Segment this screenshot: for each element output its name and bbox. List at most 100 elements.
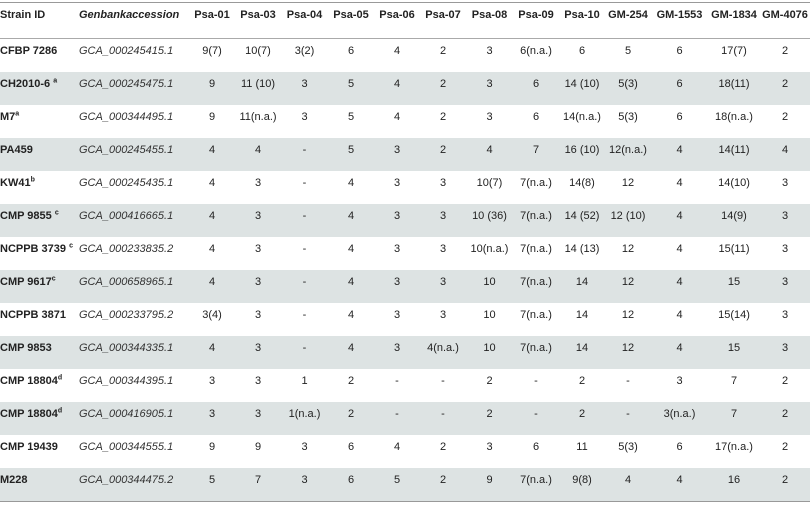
count-cell: 15: [708, 336, 760, 369]
count-cell: 9(7): [202, 45, 222, 57]
count-cell: 9: [208, 111, 216, 123]
count-cell: 10: [466, 336, 513, 369]
strain-id-cell: PA459: [0, 138, 75, 171]
strain-id-cell: CMP 9855 c: [0, 204, 75, 237]
count-cell: 6: [513, 72, 559, 105]
count-cell: 4: [328, 204, 374, 237]
count-cell: 14: [575, 309, 589, 321]
strain-id-cell: CMP 19439: [0, 435, 75, 468]
count-cell: 4: [605, 468, 651, 502]
count-cell: 2: [466, 402, 513, 435]
count-cell: 7(n.a.): [513, 204, 559, 237]
count-cell: 4: [651, 138, 708, 171]
count-cell: 10 (36): [466, 204, 513, 237]
count-cell: 11 (10): [235, 72, 281, 105]
count-cell: 6: [578, 45, 586, 57]
strain-id-cell: NCPPB 3739 c: [0, 237, 75, 270]
count-cell: -: [534, 375, 538, 387]
strain-id-cell: M228: [0, 468, 75, 502]
count-cell: 3: [781, 309, 789, 321]
count-cell: 3: [374, 270, 420, 303]
count-cell: 14(11): [708, 138, 760, 171]
footnote-marker: a: [53, 77, 58, 85]
count-cell: 3: [486, 45, 493, 57]
count-cell: 15(11): [718, 243, 750, 255]
count-cell: 9: [254, 441, 262, 453]
count-cell: 4: [347, 243, 355, 255]
count-cell: 5(3): [618, 441, 638, 453]
count-cell: 3: [393, 243, 401, 255]
count-cell: 7: [513, 138, 559, 171]
count-cell: 6: [676, 441, 683, 453]
count-cell: 2: [781, 375, 789, 387]
table-row: NCPPB 3739 c GCA_000233835.2 4 3 - 4 3 3 10(n.a.…: [0, 237, 810, 270]
count-cell: -: [441, 375, 445, 387]
accession-cell: GCA_000344335.1: [75, 336, 189, 369]
count-cell: 7: [235, 468, 281, 502]
strain-id-cell: CH2010-6 a: [0, 72, 75, 105]
count-cell: 12: [621, 177, 635, 189]
count-cell: 14 (13): [564, 243, 600, 255]
count-cell: 6: [676, 111, 683, 123]
count-cell: 4: [651, 336, 708, 369]
strain-id: CMP 18804: [0, 408, 58, 420]
count-cell: -: [374, 402, 420, 435]
strain-id: NCPPB 3739: [0, 243, 70, 255]
count-cell: 4: [651, 270, 708, 303]
strain-id: CMP 18804: [0, 375, 58, 387]
table-row: M7a GCA_000344495.1 9 11(n.a.) 3 5 4 2 3 6 14(n.a.…: [0, 105, 810, 138]
count-cell: 3: [301, 441, 308, 453]
count-cell: 3: [189, 402, 235, 435]
count-cell: 15(14): [718, 309, 750, 321]
count-cell: 6(n.a.): [520, 45, 552, 57]
count-cell: 7(n.a.): [520, 309, 552, 321]
count-cell: 2: [420, 138, 466, 171]
count-cell: 4: [208, 177, 216, 189]
column-header: Psa-05: [328, 2, 374, 39]
count-cell: 6: [328, 468, 374, 502]
count-cell: 3: [254, 375, 262, 387]
strain-id-cell: KW41b: [0, 171, 75, 204]
table-row: CMP 18804d GCA_000344395.1 3 3 1 2 - - 2 - 2 - 3 7 2: [0, 369, 810, 402]
strain-id: KW41: [0, 177, 31, 189]
count-cell: 9: [189, 72, 235, 105]
accession-cell: GCA_000245435.1: [79, 177, 174, 189]
count-cell: 1: [301, 375, 308, 387]
count-cell: 4: [676, 177, 683, 189]
count-cell: 3: [254, 243, 262, 255]
accession-cell: GCA_000344475.2: [75, 468, 189, 502]
count-cell: 2: [781, 111, 789, 123]
count-cell: 2: [347, 375, 355, 387]
count-cell: 3: [781, 243, 789, 255]
count-cell: 4: [466, 138, 513, 171]
count-cell: 4: [393, 45, 401, 57]
count-cell: 9: [466, 468, 513, 502]
count-cell: 3: [254, 177, 262, 189]
count-cell: 10(7): [476, 177, 503, 189]
count-cell: 4: [235, 138, 281, 171]
count-cell: 3: [281, 468, 328, 502]
table-row: CMP 19439 GCA_000344555.1 9 9 3 6 4 2 3 6 11 5(3) 6 1…: [0, 435, 810, 468]
column-header: GM-1553: [651, 2, 708, 39]
count-cell: 2: [760, 402, 810, 435]
count-cell: 4: [189, 138, 235, 171]
count-cell: -: [420, 402, 466, 435]
count-cell: 17(7): [721, 45, 747, 57]
accession-cell: GCA_000344495.1: [79, 111, 174, 123]
count-cell: 12: [621, 309, 635, 321]
accession-cell: GCA_000658965.1: [75, 270, 189, 303]
count-cell: 4: [393, 111, 401, 123]
count-cell: 5(3): [618, 111, 638, 123]
table-row: M228 GCA_000344475.2 5 7 3 6 5 2 9 7(n.a.) 9(8) 4 4 1…: [0, 468, 810, 502]
strain-id: M228: [0, 474, 28, 486]
strain-id: NCPPB 3871: [0, 309, 67, 321]
column-header: Psa-03: [235, 2, 281, 39]
count-cell: 3: [439, 243, 447, 255]
count-cell: 1(n.a.): [281, 402, 328, 435]
accession-cell: GCA_000245475.1: [75, 72, 189, 105]
column-header: Genbankaccession: [75, 2, 189, 39]
count-cell: 2: [781, 441, 789, 453]
accession-cell: GCA_000344555.1: [79, 441, 174, 453]
count-cell: 16: [708, 468, 760, 502]
count-cell: 4: [208, 243, 216, 255]
